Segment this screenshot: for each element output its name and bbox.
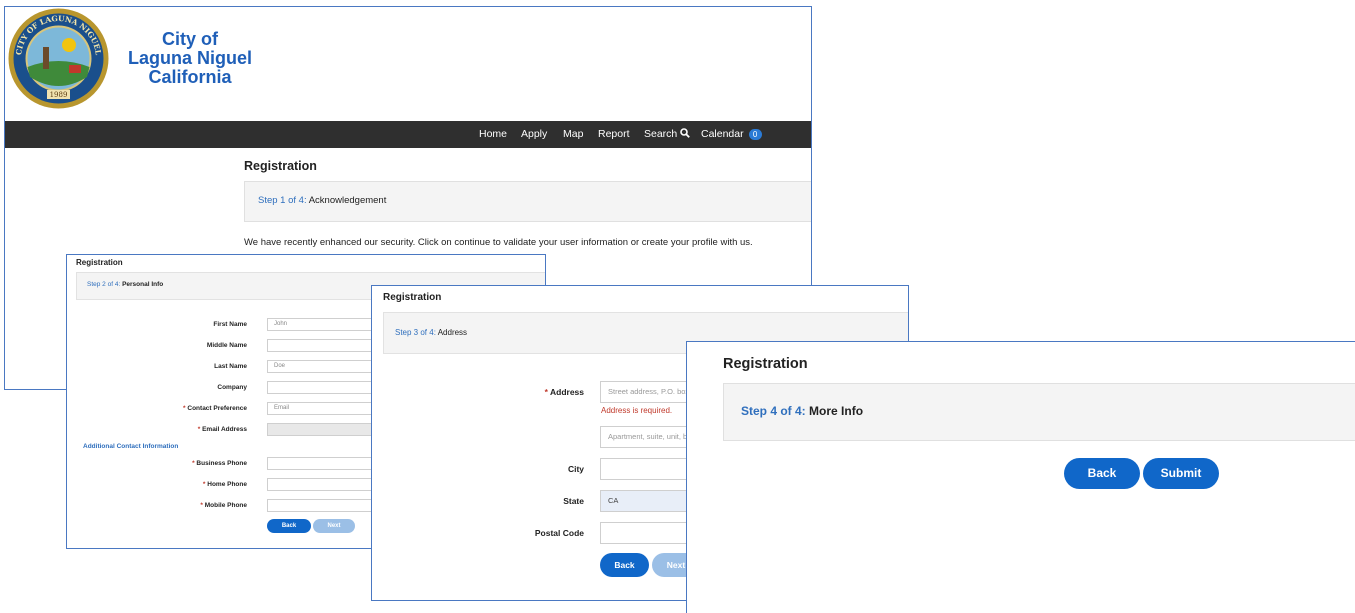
city-seal-logo: CITY OF LAGUNA NIGUEL 1989 (8, 8, 109, 109)
submit-button[interactable]: Submit (1143, 458, 1219, 489)
step-indicator: Step 4 of 4: More Info (723, 383, 1355, 441)
nav-map[interactable]: Map (563, 121, 583, 148)
home-phone-text: Home Phone (207, 481, 247, 488)
step-name: Acknowledgement (308, 195, 387, 206)
org-name-line2: Laguna Niguel (127, 48, 252, 68)
calendar-count-badge: 0 (748, 128, 762, 140)
address-label-text: Address (549, 387, 584, 397)
last-name-label: Last Name (214, 363, 247, 370)
home-phone-label: * Home Phone (67, 481, 247, 488)
step-prefix: Step 1 of 4: (258, 195, 307, 206)
step-text: Step 4 of 4: More Info (741, 404, 863, 418)
mobile-phone-label: * Mobile Phone (67, 502, 247, 509)
page-title: Registration (383, 292, 442, 303)
nav-calendar[interactable]: Calendar 0 (701, 121, 762, 148)
step-text: Step 3 of 4: Address (395, 328, 467, 337)
top-navbar: Home Apply Map Report Search Calendar 0 (5, 121, 811, 148)
back-button[interactable]: Back (267, 519, 311, 533)
middle-name-label: Middle Name (206, 342, 247, 349)
nav-apply[interactable]: Apply (521, 121, 547, 148)
step-text: Step 2 of 4: Personal Info (87, 281, 163, 288)
contact-preference-label: * Contact Preference (67, 405, 247, 412)
back-button[interactable]: Back (1064, 458, 1140, 489)
back-button[interactable]: Back (600, 553, 649, 577)
page-title: Registration (244, 159, 317, 173)
next-button[interactable]: Next (313, 519, 355, 533)
step-text: Step 1 of 4: Acknowledgement (258, 195, 386, 206)
nav-search-label: Search (644, 128, 678, 140)
required-marker: * (200, 502, 203, 509)
company-label: Company (217, 384, 247, 391)
page-title: Registration (723, 356, 808, 372)
page-title: Registration (76, 258, 123, 267)
required-marker: * (192, 460, 195, 467)
step-prefix: Step 2 of 4: (87, 281, 121, 288)
org-name-line1: City of (162, 29, 218, 49)
org-name: City of Laguna Niguel California (115, 30, 265, 87)
step-prefix: Step 4 of 4: (741, 404, 806, 418)
search-icon (680, 128, 691, 138)
email-label: * Email Address (67, 426, 247, 433)
step-indicator: Step 1 of 4: Acknowledgement (244, 181, 811, 222)
business-phone-label: * Business Phone (67, 460, 247, 467)
required-marker: * (197, 426, 201, 433)
nav-calendar-label: Calendar (701, 128, 744, 140)
nav-home[interactable]: Home (479, 121, 507, 148)
postal-code-label: Postal Code (534, 528, 584, 538)
step-name: Address (437, 328, 468, 337)
security-message: We have recently enhanced our security. … (244, 237, 753, 248)
first-name-label: First Name (213, 321, 247, 328)
contact-preference-text: Contact Preference (187, 405, 247, 412)
required-marker: * (202, 481, 206, 488)
seal-year: 1989 (50, 91, 68, 99)
city-label: City (567, 464, 584, 474)
org-name-line3: California (148, 67, 232, 87)
required-marker: * (544, 387, 548, 397)
nav-report[interactable]: Report (598, 121, 630, 148)
email-label-text: Email Address (202, 426, 247, 433)
state-label: State (563, 496, 584, 506)
address-label: * Address (384, 387, 584, 397)
step-name: More Info (809, 404, 864, 418)
mobile-phone-text: Mobile Phone (204, 502, 247, 509)
step-name: Personal Info (122, 281, 164, 288)
registration-step4-window: Registration Step 4 of 4: More Info Back… (686, 341, 1355, 613)
site-header: CITY OF LAGUNA NIGUEL 1989 City of Lagun… (5, 7, 811, 121)
additional-contact-heading: Additional Contact Information (83, 443, 179, 450)
nav-search[interactable]: Search (644, 121, 691, 148)
business-phone-text: Business Phone (196, 460, 247, 467)
address-error: Address is required. (601, 406, 673, 415)
step-prefix: Step 3 of 4: (395, 328, 436, 337)
required-marker: * (183, 405, 186, 412)
